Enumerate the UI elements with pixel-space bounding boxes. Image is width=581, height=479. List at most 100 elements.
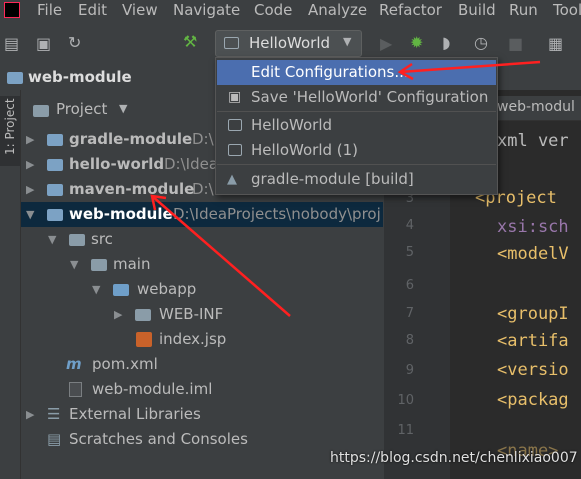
config-item-gradle-build[interactable]: ▲ gradle-module [build] (217, 167, 496, 192)
web-folder-icon (113, 284, 129, 296)
node-name: Scratches and Consoles (69, 430, 248, 448)
menu-item-label: HelloWorld (251, 116, 333, 134)
stop-icon[interactable]: ■ (508, 34, 523, 53)
chevron-right-icon[interactable]: ▶ (114, 302, 122, 327)
menu-code[interactable]: Code (254, 0, 292, 22)
menu-tools[interactable]: Tools (553, 0, 581, 22)
editor-tab[interactable]: web-modul (497, 99, 575, 115)
menu-build[interactable]: Build (458, 0, 496, 22)
run-configuration-selector[interactable]: HelloWorld ▼ (215, 30, 362, 57)
tree-row-webapp[interactable]: ▼ webapp (21, 277, 383, 302)
profile-icon[interactable]: ◷ (474, 33, 488, 52)
chevron-down-icon[interactable]: ▼ (119, 102, 127, 115)
code-line: <modelV (497, 244, 569, 264)
edit-configurations-item[interactable]: Edit Configurations... (217, 60, 496, 85)
module-folder-icon (47, 209, 63, 221)
application-icon (228, 119, 242, 131)
folder-name: webapp (137, 280, 197, 298)
line-number: 10 (397, 393, 414, 408)
tree-row-web-module[interactable]: ▼ web-module D:\IdeaProjects\nobody\proj (21, 202, 383, 227)
module-path: D:\IdeaProjects\nobody\proj (173, 205, 381, 223)
coverage-icon[interactable]: ◗ (442, 33, 450, 52)
application-icon (228, 144, 242, 156)
menu-item-label: Edit Configurations... (251, 63, 409, 81)
config-item-helloworld[interactable]: HelloWorld (217, 113, 496, 138)
chevron-down-icon[interactable]: ▼ (48, 227, 56, 252)
line-number: 4 (405, 218, 414, 233)
project-structure-icon[interactable]: ▦ (548, 34, 563, 53)
build-hammer-icon[interactable]: ⚒ (183, 32, 197, 51)
menu-view[interactable]: View (122, 0, 158, 22)
tree-row-main[interactable]: ▼ main (21, 252, 383, 277)
project-tool-tab-label: 1: Project (3, 98, 17, 155)
menu-bar: File Edit View Navigate Code Analyze Ref… (0, 0, 581, 22)
menu-item-label: HelloWorld (1) (251, 141, 359, 159)
breadcrumb-module[interactable]: web-module (28, 68, 132, 86)
run-icon[interactable]: ▶ (380, 34, 392, 53)
scratches-icon: ▤ (47, 430, 62, 448)
file-name: pom.xml (92, 355, 158, 373)
code-line: <groupI (497, 304, 569, 324)
maven-file-icon: m (66, 355, 82, 373)
code-line: <versio (497, 360, 569, 380)
menu-edit[interactable]: Edit (78, 0, 107, 22)
open-folder-icon[interactable]: ▤ (4, 34, 19, 53)
config-item-helloworld-1[interactable]: HelloWorld (1) (217, 138, 496, 163)
save-configuration-item[interactable]: ▣ Save 'HelloWorld' Configuration (217, 85, 496, 110)
tree-row-pom-xml[interactable]: m pom.xml (21, 352, 383, 377)
node-name: External Libraries (69, 405, 201, 423)
chevron-down-icon[interactable]: ▼ (26, 202, 34, 227)
chevron-down-icon[interactable]: ▼ (92, 277, 100, 302)
folder-icon (91, 259, 107, 271)
code-line: xml ver (497, 131, 569, 151)
tree-row-web-module-iml[interactable]: web-module.iml (21, 377, 383, 402)
folder-icon (69, 234, 85, 246)
tree-row-web-inf[interactable]: ▶ WEB-INF (21, 302, 383, 327)
tree-row-src[interactable]: ▼ src (21, 227, 383, 252)
file-name: web-module.iml (92, 380, 213, 398)
chevron-right-icon[interactable]: ▶ (26, 177, 34, 202)
module-folder-icon (7, 72, 23, 84)
debug-icon[interactable]: ✹ (410, 33, 423, 52)
menu-analyze[interactable]: Analyze (308, 0, 367, 22)
menu-item-label: Save 'HelloWorld' Configuration (251, 88, 489, 106)
chevron-down-icon: ▼ (343, 35, 352, 48)
chevron-right-icon[interactable]: ▶ (26, 402, 34, 427)
folder-icon (135, 309, 151, 321)
run-config-label: HelloWorld (249, 34, 331, 52)
menu-separator (217, 111, 496, 112)
menu-refactor[interactable]: Refactor (379, 0, 442, 22)
save-icon: ▣ (228, 89, 242, 105)
menu-item-label: gradle-module [build] (251, 170, 414, 188)
line-number: 9 (405, 363, 414, 378)
tree-row-index-jsp[interactable]: index.jsp (21, 327, 383, 352)
menu-run[interactable]: Run (509, 0, 538, 22)
folder-name: main (113, 255, 151, 273)
module-name: maven-module (69, 180, 195, 198)
file-name: index.jsp (159, 330, 227, 348)
module-name: hello-world (69, 155, 165, 173)
module-name: gradle-module (69, 130, 193, 148)
save-icon[interactable]: ▣ (36, 34, 51, 53)
chevron-down-icon[interactable]: ▼ (70, 252, 78, 277)
sync-icon[interactable]: ↻ (68, 33, 81, 52)
chevron-right-icon[interactable]: ▶ (26, 127, 34, 152)
project-view-selector[interactable]: Project (56, 100, 107, 118)
tree-row-scratches[interactable]: ▤ Scratches and Consoles (21, 427, 383, 452)
gradle-icon: ▲ (227, 172, 237, 187)
intellij-logo-icon (4, 2, 20, 18)
chevron-right-icon[interactable]: ▶ (26, 152, 34, 177)
folder-name: WEB-INF (159, 305, 224, 323)
line-number: 7 (405, 306, 414, 321)
module-folder-icon (47, 159, 63, 171)
libraries-icon: ☰ (47, 405, 61, 423)
iml-file-icon (69, 382, 82, 397)
tree-row-external-libraries[interactable]: ▶ ☰ External Libraries (21, 402, 383, 427)
module-path: D:\Idea (164, 155, 219, 173)
project-view-icon (33, 105, 49, 117)
menu-file[interactable]: File (37, 0, 62, 22)
menu-navigate[interactable]: Navigate (173, 0, 240, 22)
code-line: <packag (497, 390, 569, 410)
application-icon (224, 37, 239, 49)
module-name: web-module (69, 205, 173, 223)
